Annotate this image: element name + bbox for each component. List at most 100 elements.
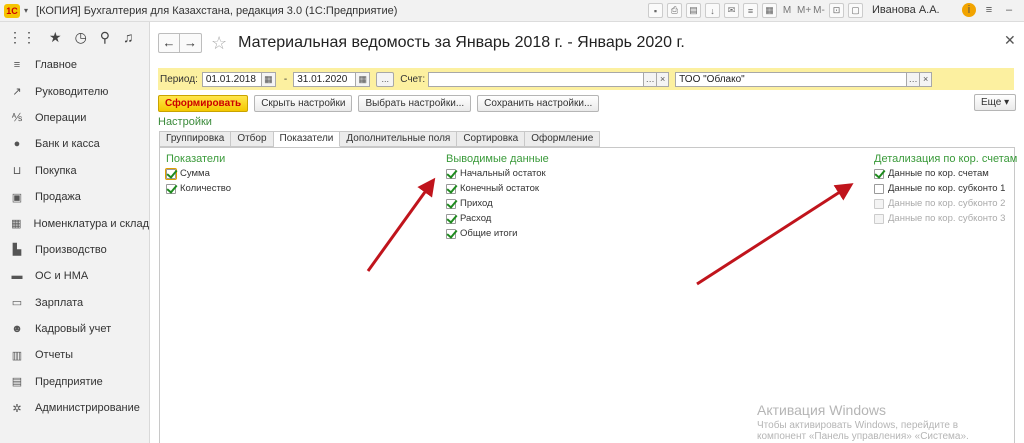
- tab-sorting[interactable]: Сортировка: [457, 131, 526, 147]
- close-icon[interactable]: ✕: [1004, 32, 1016, 49]
- save-icon[interactable]: ▪: [648, 3, 663, 18]
- memory-m-minus-button[interactable]: M-: [813, 5, 825, 16]
- app-menu-chevron-icon[interactable]: ▾: [24, 6, 28, 15]
- checkbox-row[interactable]: Конечный остаток: [446, 181, 549, 196]
- title-toolbar: ▪ ⎙ ▤ ↓ ✉ ≡ ▦ M M+ M- ⊡ ▢: [648, 3, 863, 18]
- sidebar-item-production[interactable]: ▙ Производство: [0, 237, 149, 263]
- window-list-icon[interactable]: ▢: [848, 3, 863, 18]
- windows-activation-watermark: Активация Windows Чтобы активировать Win…: [757, 402, 969, 442]
- checkbox-corr-accounts[interactable]: [874, 168, 884, 179]
- generate-button[interactable]: Сформировать: [158, 94, 249, 112]
- sidebar-item-main[interactable]: ≡ Главное: [0, 52, 149, 78]
- account-label: Счет:: [400, 73, 426, 85]
- checkbox-quantity[interactable]: [166, 183, 176, 194]
- sidebar-item-hr[interactable]: ☻ Кадровый учет: [0, 316, 149, 342]
- checkbox-income[interactable]: [446, 198, 456, 209]
- calendar-icon[interactable]: ▦: [355, 71, 371, 87]
- checkbox-expense[interactable]: [446, 213, 456, 224]
- checkbox-opening-balance[interactable]: [446, 168, 456, 179]
- account-clear-icon[interactable]: ×: [656, 71, 670, 87]
- search-icon[interactable]: ⚲: [100, 29, 110, 46]
- choose-settings-button[interactable]: Выбрать настройки...: [358, 94, 472, 112]
- tab-grouping[interactable]: Группировка: [159, 131, 232, 147]
- calendar-icon[interactable]: ▦: [260, 71, 276, 87]
- favorite-star-icon[interactable]: ☆: [211, 33, 227, 54]
- sidebar-item-salary[interactable]: ▭ Зарплата: [0, 290, 149, 316]
- period-from-field[interactable]: 01.01.2018: [201, 71, 262, 87]
- app-logo-icon[interactable]: 1С: [4, 3, 20, 18]
- memory-m-plus-button[interactable]: M+: [797, 5, 811, 16]
- checkbox-grand-totals[interactable]: [446, 228, 456, 239]
- preview-icon[interactable]: ▤: [686, 3, 701, 18]
- sidebar-item-manager[interactable]: ↗ Руководителю: [0, 78, 149, 104]
- hide-settings-button[interactable]: Скрыть настройки: [254, 94, 353, 112]
- user-name[interactable]: Иванова А.А.: [872, 4, 940, 16]
- sidebar-item-purchase[interactable]: ⊔ Покупка: [0, 158, 149, 184]
- notifications-bell-icon[interactable]: ♫: [123, 29, 134, 45]
- tab-indicators[interactable]: Показатели: [273, 131, 341, 147]
- sidebar-item-sales[interactable]: ▣ Продажа: [0, 184, 149, 210]
- checkbox-row[interactable]: Начальный остаток: [446, 166, 549, 181]
- calendar-icon[interactable]: ▦: [762, 3, 777, 18]
- checkbox-sum[interactable]: [165, 167, 177, 180]
- checkbox-row[interactable]: Количество: [166, 181, 231, 196]
- tab-appearance[interactable]: Оформление: [525, 131, 601, 147]
- forward-arrow-icon[interactable]: →: [180, 33, 202, 53]
- account-field[interactable]: [428, 71, 645, 87]
- sidebar-top-tools: ⋮⋮ ★ ◷ ⚲ ♫: [0, 22, 149, 52]
- sidebar-item-nomenclature[interactable]: ▦ Номенклатура и склад: [0, 210, 149, 236]
- sidebar-item-label: Администрирование: [35, 402, 140, 415]
- favorites-star-icon[interactable]: ★: [49, 29, 62, 46]
- window-titlebar: 1С ▾ [КОПИЯ] Бухгалтерия для Казахстана,…: [0, 0, 1024, 22]
- sidebar-item-operations[interactable]: ⅍ Операции: [0, 105, 149, 131]
- organization-select-button[interactable]: …: [906, 71, 921, 87]
- period-choose-button[interactable]: ...: [376, 71, 395, 87]
- checkbox-row[interactable]: Данные по кор. субконто 1: [874, 181, 1017, 196]
- checkbox-corr-subconto-1[interactable]: [874, 183, 884, 194]
- sidebar-item-assets[interactable]: ▬ ОС и НМА: [0, 263, 149, 289]
- sidebar-item-label: Операции: [35, 111, 87, 124]
- minimize-icon[interactable]: –: [1002, 4, 1016, 16]
- sidebar-item-label: Покупка: [35, 164, 77, 177]
- window-controls: i ≡ – ▭ ✕: [962, 3, 1024, 17]
- checkbox-label: Начальный остаток: [460, 168, 546, 179]
- account-select-button[interactable]: …: [643, 71, 658, 87]
- indicators-group: Показатели Сумма Количество: [165, 153, 231, 196]
- checkbox-closing-balance[interactable]: [446, 183, 456, 194]
- print-icon[interactable]: ⎙: [667, 3, 682, 18]
- checkbox-row[interactable]: Данные по кор. счетам: [874, 166, 1017, 181]
- tab-additional-fields[interactable]: Дополнительные поля: [340, 131, 458, 147]
- period-to-field[interactable]: 31.01.2020: [293, 71, 357, 87]
- checkbox-corr-subconto-2: [874, 198, 884, 209]
- sidebar-item-reports[interactable]: ▥ Отчеты: [0, 342, 149, 368]
- checkbox-row[interactable]: Сумма: [165, 166, 231, 181]
- all-functions-grid-icon[interactable]: ⋮⋮: [8, 29, 36, 46]
- mail-icon[interactable]: ✉: [724, 3, 739, 18]
- zoom-icon[interactable]: ⊡: [829, 3, 844, 18]
- download-icon[interactable]: ↓: [705, 3, 720, 18]
- tab-filter[interactable]: Отбор: [231, 131, 274, 147]
- window-title: [КОПИЯ] Бухгалтерия для Казахстана, реда…: [36, 4, 398, 17]
- back-arrow-icon[interactable]: ←: [158, 33, 180, 53]
- sidebar-item-admin[interactable]: ✲ Администрирование: [0, 395, 149, 421]
- save-settings-button[interactable]: Сохранить настройки...: [477, 94, 600, 112]
- history-icon[interactable]: ◷: [75, 29, 87, 46]
- sidebar-item-bank[interactable]: ● Банк и касса: [0, 131, 149, 157]
- checkbox-row[interactable]: Приход: [446, 196, 549, 211]
- sidebar-item-label: Главное: [35, 59, 78, 72]
- memory-m-button[interactable]: M: [781, 5, 793, 16]
- checkbox-row[interactable]: Общие итоги: [446, 226, 549, 241]
- organization-clear-icon[interactable]: ×: [919, 71, 933, 87]
- sidebar-item-enterprise[interactable]: ▤ Предприятие: [0, 369, 149, 395]
- checkbox-row[interactable]: Расход: [446, 211, 549, 226]
- checkbox-row: Данные по кор. субконто 3: [874, 211, 1017, 226]
- organization-field[interactable]: ТОО "Облако": [675, 71, 908, 87]
- period-bar: Период: 01.01.2018 ▦ - 31.01.2020 ▦ ... …: [158, 68, 1014, 90]
- info-icon[interactable]: i: [962, 3, 976, 17]
- list-icon[interactable]: ≡: [743, 3, 758, 18]
- people-icon: ☻: [11, 323, 23, 336]
- settings-menu-icon[interactable]: ≡: [982, 4, 996, 16]
- more-button[interactable]: Еще ▾: [974, 94, 1017, 111]
- indicators-group-title: Показатели: [166, 153, 226, 165]
- page-title: Материальная ведомость за Январь 2018 г.…: [238, 34, 685, 51]
